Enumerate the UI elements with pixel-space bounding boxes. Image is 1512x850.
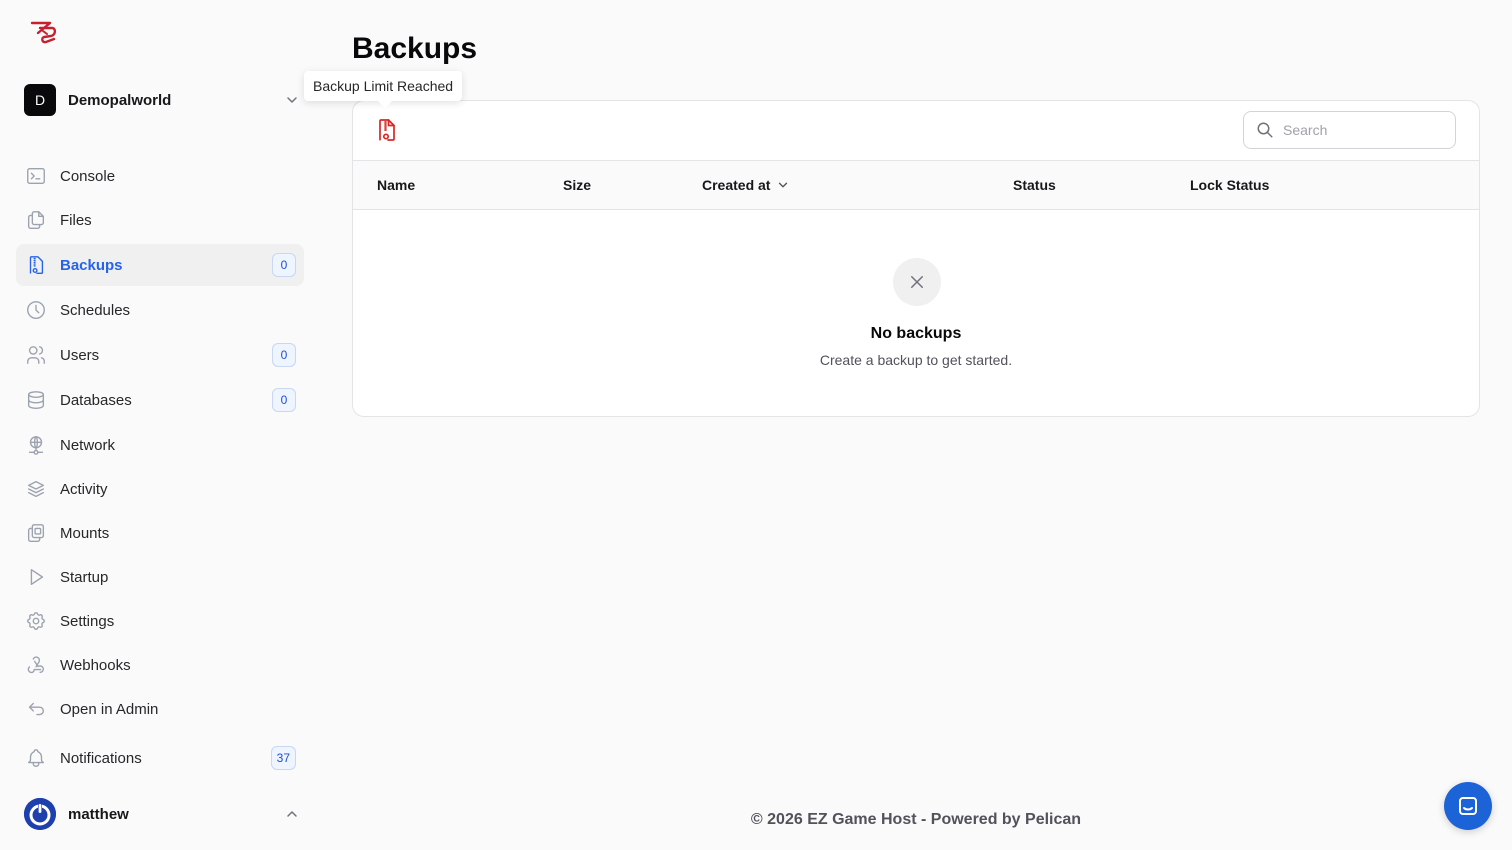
sidebar-item-label: Users xyxy=(60,346,100,364)
count-badge: 0 xyxy=(272,343,296,367)
webhook-icon xyxy=(24,653,48,677)
user-menu[interactable]: matthew xyxy=(24,798,300,830)
clock-icon xyxy=(24,298,48,322)
mounts-icon xyxy=(24,521,48,545)
chat-icon xyxy=(1459,797,1477,815)
sidebar-item-notifications[interactable]: Notifications 37 xyxy=(16,737,304,779)
tooltip: Backup Limit Reached xyxy=(304,71,463,101)
sidebar-item-console[interactable]: Console xyxy=(16,155,304,197)
sidebar-item-backups[interactable]: Backups 0 xyxy=(16,244,304,286)
server-avatar: D xyxy=(24,84,56,116)
sidebar-item-label: Activity xyxy=(60,480,108,498)
sidebar-item-label: Open in Admin xyxy=(60,700,159,718)
user-name: matthew xyxy=(68,805,129,823)
sidebar-item-users[interactable]: Users 0 xyxy=(16,334,304,376)
count-badge: 0 xyxy=(272,253,296,277)
server-switcher[interactable]: D Demopalworld xyxy=(24,84,300,116)
sidebar-item-startup[interactable]: Startup xyxy=(16,556,304,598)
chevron-up-icon xyxy=(287,811,297,817)
chevron-down-icon xyxy=(287,97,297,103)
sidebar: D Demopalworld Console Files Backups 0 S… xyxy=(0,0,320,850)
column-header-name: Name xyxy=(377,161,415,209)
sidebar-item-label: Mounts xyxy=(60,524,110,542)
column-header-lock-status: Lock Status xyxy=(1190,161,1269,209)
sidebar-item-label: Startup xyxy=(60,568,109,586)
file-zip-icon xyxy=(24,253,48,277)
close-icon xyxy=(893,258,941,306)
empty-state: No backups Create a backup to get starte… xyxy=(353,210,1479,417)
empty-state-description: Create a backup to get started. xyxy=(819,352,1013,368)
play-icon xyxy=(24,565,48,589)
arrow-back-icon xyxy=(24,697,48,721)
column-label: Size xyxy=(563,177,592,193)
table-toolbar xyxy=(353,101,1479,161)
sidebar-item-label: Network xyxy=(60,436,116,454)
backups-table-card: Name Size Created at Status Lock Status … xyxy=(352,100,1480,417)
terminal-icon xyxy=(24,164,48,188)
column-label: Name xyxy=(377,177,416,193)
column-header-size: Size xyxy=(563,161,591,209)
sidebar-item-label: Webhooks xyxy=(60,656,131,674)
avatar xyxy=(24,798,56,830)
sidebar-item-settings[interactable]: Settings xyxy=(16,600,304,642)
table-header: Name Size Created at Status Lock Status xyxy=(353,161,1479,210)
footer-text: © 2026 EZ Game Host - Powered by Pelican xyxy=(750,811,1082,828)
search-field[interactable] xyxy=(1243,111,1456,149)
users-icon xyxy=(24,343,48,367)
sidebar-item-label: Schedules xyxy=(60,301,131,319)
network-icon xyxy=(24,433,48,457)
sidebar-item-databases[interactable]: Databases 0 xyxy=(16,379,304,421)
sidebar-item-label: Settings xyxy=(60,612,115,630)
server-name: Demopalworld xyxy=(68,91,172,109)
column-label: Created at xyxy=(702,177,771,193)
sidebar-item-webhooks[interactable]: Webhooks xyxy=(16,644,304,686)
sidebar-item-mounts[interactable]: Mounts xyxy=(16,512,304,554)
column-label: Lock Status xyxy=(1190,177,1270,193)
bell-icon xyxy=(24,746,48,770)
gear-icon xyxy=(24,609,48,633)
search-icon xyxy=(1257,122,1273,138)
create-backup-button[interactable] xyxy=(375,117,399,143)
page-title: Backups xyxy=(352,32,478,65)
file-zip-icon xyxy=(379,119,395,141)
sidebar-item-label: Notifications xyxy=(60,749,142,767)
sidebar-item-open-in-admin[interactable]: Open in Admin xyxy=(16,688,304,730)
search-input[interactable] xyxy=(1283,122,1433,138)
sidebar-item-label: Files xyxy=(60,211,92,229)
sidebar-item-schedules[interactable]: Schedules xyxy=(16,289,304,331)
count-badge: 0 xyxy=(272,388,296,412)
sidebar-item-activity[interactable]: Activity xyxy=(16,468,304,510)
column-header-status: Status xyxy=(1013,161,1056,209)
chevron-down-icon xyxy=(779,182,788,188)
files-icon xyxy=(24,208,48,232)
count-badge: 37 xyxy=(270,746,296,770)
chat-button[interactable] xyxy=(1444,782,1492,830)
sidebar-item-label: Databases xyxy=(60,391,132,409)
database-icon xyxy=(24,388,48,412)
empty-state-title: No backups xyxy=(870,325,962,342)
brand-logo[interactable] xyxy=(28,18,60,48)
sidebar-item-label: Console xyxy=(60,167,116,185)
column-label: Status xyxy=(1013,177,1056,193)
sidebar-item-label: Backups xyxy=(60,256,123,274)
stack-icon xyxy=(24,477,48,501)
sidebar-item-files[interactable]: Files xyxy=(16,199,304,241)
column-header-created-at[interactable]: Created at xyxy=(702,161,790,209)
sidebar-item-network[interactable]: Network xyxy=(16,424,304,466)
